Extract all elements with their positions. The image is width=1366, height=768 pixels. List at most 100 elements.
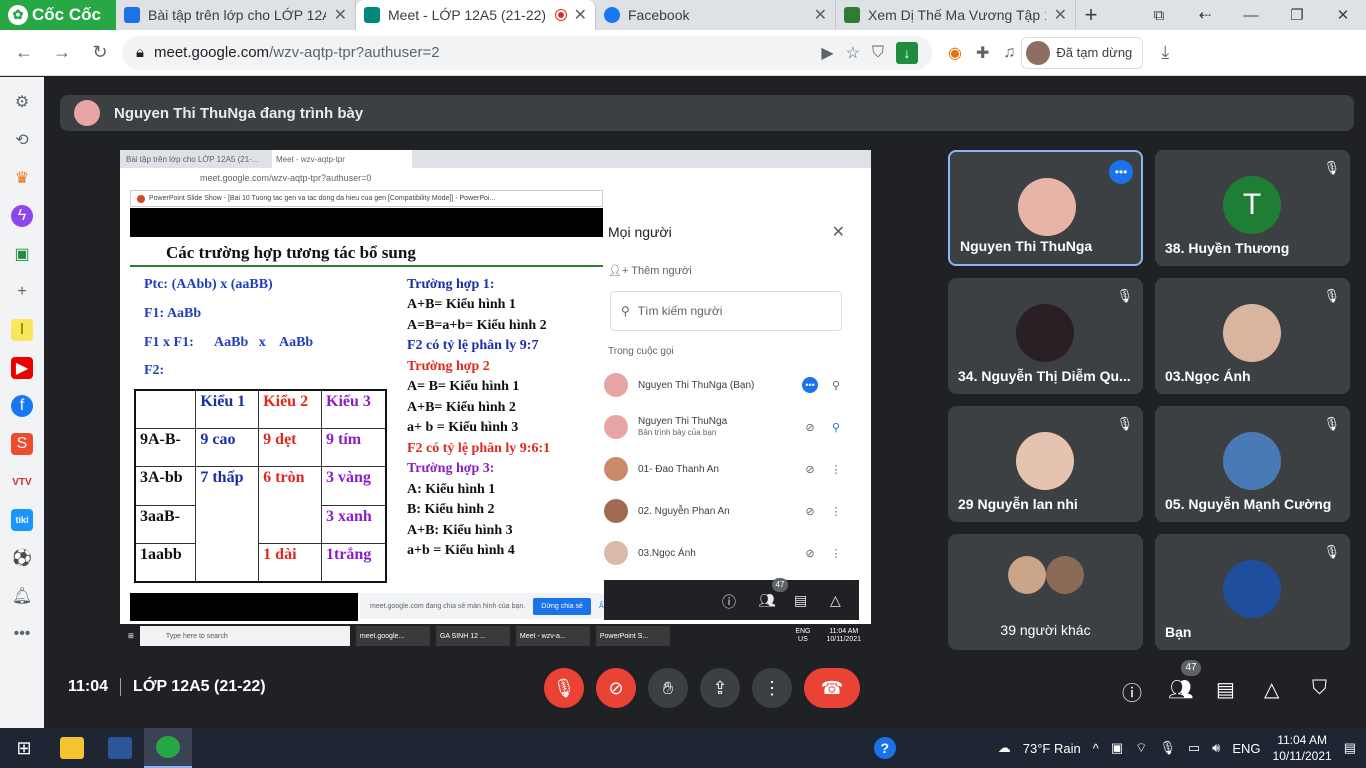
coccoc-extension-icon[interactable]: ◉ bbox=[948, 43, 962, 63]
note-icon[interactable]: I bbox=[11, 319, 33, 341]
chevron-up-icon[interactable]: ^ bbox=[1093, 741, 1099, 756]
table-cell: 9 cao bbox=[195, 427, 260, 468]
tab-meet[interactable]: Meet - LỚP 12A5 (21-22) ✕ bbox=[356, 0, 596, 30]
network-icon[interactable]: ⌔ bbox=[1135, 740, 1147, 756]
help-icon[interactable]: ? bbox=[873, 737, 896, 759]
participant-tile[interactable]: ••• Nguyen Thi ThuNga bbox=[948, 150, 1143, 266]
extensions-icon[interactable]: ✚ bbox=[976, 43, 989, 63]
shield-icon[interactable]: ⛉ bbox=[872, 44, 884, 62]
tab-facebook[interactable]: Facebook ✕ bbox=[596, 0, 836, 30]
windows-taskbar: ⊞ ? ☁ 73°F Rain ^ ▣ ⌔ 🎙︎ ▭ 🔊︎ ENG 11:04 … bbox=[0, 728, 1366, 768]
camera-icon[interactable]: ▶︎ bbox=[821, 43, 833, 63]
camera-icon[interactable]: ▣ bbox=[1111, 740, 1123, 756]
people-icon[interactable]: 👥︎ bbox=[1168, 677, 1193, 702]
address-bar[interactable]: 🔒︎ meet.google.com/wzv-aqtp-tpr?authuser… bbox=[122, 35, 932, 70]
volume-icon[interactable]: 🔊︎ bbox=[1212, 740, 1220, 756]
participant-tile[interactable]: 🎙︎ 29 Nguyễn lan nhi bbox=[948, 406, 1143, 522]
meet-icon bbox=[364, 7, 380, 23]
word-button[interactable] bbox=[96, 728, 144, 768]
file-explorer-button[interactable] bbox=[48, 728, 96, 768]
music-icon[interactable]: ♫ bbox=[1003, 44, 1015, 62]
football-icon[interactable]: ⚽ bbox=[11, 547, 33, 569]
notifications-icon[interactable]: ▤ bbox=[1344, 740, 1356, 756]
minimize-button[interactable]: — bbox=[1228, 7, 1274, 24]
self-tile[interactable]: 🎙︎ Bạn bbox=[1155, 534, 1350, 650]
back-button[interactable]: ← bbox=[8, 37, 40, 69]
participant-name: 34. Nguyễn Thị Diễm Qu... bbox=[958, 368, 1131, 384]
messenger-icon[interactable]: ϟ bbox=[11, 205, 33, 227]
avatar bbox=[604, 541, 628, 565]
profile-button[interactable]: Đã tạm dừng bbox=[1021, 36, 1144, 69]
weather-icon[interactable]: ☁ bbox=[998, 740, 1011, 756]
others-tile[interactable]: 39 người khác bbox=[948, 534, 1143, 650]
game-icon[interactable]: ▣ bbox=[11, 243, 33, 265]
close-icon[interactable]: ✕ bbox=[334, 5, 347, 25]
tab-anime[interactable]: Xem Dị Thế Ma Vương Tập 1 ✕ bbox=[836, 0, 1076, 30]
facebook-icon[interactable]: f bbox=[11, 395, 33, 417]
participant-tile[interactable]: T 🎙︎ 38. Huyền Thương bbox=[1155, 150, 1350, 266]
people-count: 47 bbox=[1181, 660, 1201, 676]
participant-tile[interactable]: 🎙︎ 34. Nguyễn Thị Diễm Qu... bbox=[948, 278, 1143, 394]
avatar bbox=[1026, 40, 1051, 65]
mic-icon[interactable]: 🎙︎ bbox=[1159, 740, 1176, 756]
crown-icon[interactable]: ♛ bbox=[11, 167, 33, 189]
more-icon[interactable]: ••• bbox=[11, 623, 33, 645]
history-icon[interactable]: ⟲ bbox=[11, 129, 33, 151]
maximize-button[interactable]: ❐ bbox=[1274, 6, 1320, 24]
youtube-icon[interactable]: ▶ bbox=[11, 357, 33, 379]
more-options-button[interactable]: ⋮ bbox=[752, 668, 792, 708]
present-button[interactable]: ⇪ bbox=[700, 668, 740, 708]
close-window-button[interactable]: ✕ bbox=[1320, 6, 1366, 24]
battery-icon[interactable]: ▭ bbox=[1188, 740, 1200, 756]
table-cell: 3 xanh bbox=[321, 504, 387, 545]
language-indicator[interactable]: ENG bbox=[1232, 741, 1260, 756]
chat-icon[interactable]: ▤ bbox=[1216, 677, 1235, 702]
avatar bbox=[1223, 432, 1281, 490]
forward-button[interactable]: → bbox=[46, 37, 78, 69]
slide-line: F1 x F1: AaBb x AaBb bbox=[144, 335, 314, 350]
lock-icon: 🔒︎ bbox=[136, 44, 144, 61]
close-icon[interactable]: ✕ bbox=[1054, 5, 1067, 25]
back-arrow-icon[interactable]: ⇠ bbox=[1182, 6, 1228, 24]
tab-search-icon[interactable]: ⧉ bbox=[1136, 7, 1182, 24]
vtv-icon[interactable]: VTV bbox=[11, 471, 33, 493]
presenter-banner: Nguyen Thi ThuNga đang trình bày bbox=[60, 95, 1354, 131]
settings-icon[interactable]: ⚙ bbox=[11, 91, 33, 113]
windows-start-button[interactable]: ⊞ bbox=[0, 738, 48, 759]
new-tab-button[interactable]: + bbox=[1076, 0, 1106, 30]
raise-hand-button[interactable]: ✋︎ bbox=[648, 668, 688, 708]
coccoc-logo[interactable]: ✿ Cốc Cốc bbox=[0, 0, 116, 30]
downloads-button[interactable]: ⤓ bbox=[1149, 37, 1181, 69]
shopee-icon[interactable]: S bbox=[11, 433, 33, 455]
table-cell: 9A-B- bbox=[134, 427, 197, 468]
info-icon[interactable]: ⓘ bbox=[1122, 677, 1142, 706]
coccoc-taskbar-button[interactable] bbox=[144, 728, 192, 768]
tab-assignments[interactable]: Bài tập trên lớp cho LỚP 12A ✕ bbox=[116, 0, 356, 30]
tab-title: Meet - LỚP 12A5 (21-22) bbox=[388, 7, 547, 23]
download-icon[interactable]: ↓ bbox=[896, 41, 918, 64]
participant-tile[interactable]: 🎙︎ 03.Ngọc Ánh bbox=[1155, 278, 1350, 394]
bookmark-star-icon[interactable]: ☆ bbox=[846, 43, 860, 63]
slide-line: F1: AaBb bbox=[144, 306, 202, 321]
clock[interactable]: 11:04 AM 10/11/2021 bbox=[1273, 732, 1332, 764]
more-options-icon[interactable]: ••• bbox=[1109, 160, 1133, 184]
others-count: 39 người khác bbox=[1000, 622, 1091, 638]
time: 11:04 AM bbox=[829, 628, 859, 635]
participant-tile[interactable]: 🎙︎ 05. Nguyễn Mạnh Cường bbox=[1155, 406, 1350, 522]
participant-name: 01- Đao Thanh An bbox=[638, 463, 719, 475]
close-icon[interactable]: ✕ bbox=[574, 5, 587, 25]
reload-button[interactable]: ↻ bbox=[84, 37, 116, 69]
add-icon[interactable]: + bbox=[11, 281, 33, 303]
camera-toggle-button[interactable]: ⊘ bbox=[596, 668, 636, 708]
bell-icon[interactable]: 🔔︎ bbox=[11, 585, 33, 607]
weather[interactable]: 73°F Rain bbox=[1023, 741, 1081, 756]
avatar-letter: T bbox=[1223, 176, 1281, 234]
leave-call-button[interactable]: ☎︎ bbox=[804, 668, 860, 708]
activities-icon[interactable]: △ bbox=[1264, 677, 1279, 702]
close-icon[interactable]: ✕ bbox=[814, 5, 827, 25]
shared-clock: 11:04 AM 10/11/2021 bbox=[826, 628, 861, 644]
tiki-icon[interactable]: tiki bbox=[11, 509, 33, 531]
mic-off-icon: 🎙︎ bbox=[1323, 160, 1340, 175]
mic-toggle-button[interactable]: 🎙︎ bbox=[544, 668, 584, 708]
host-controls-icon[interactable]: ⛉ bbox=[1312, 677, 1327, 700]
